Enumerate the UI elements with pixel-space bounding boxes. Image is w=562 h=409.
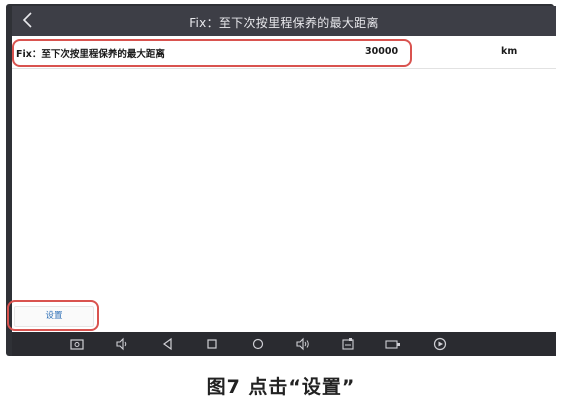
divider <box>12 68 556 69</box>
figure-caption: 图7 点击“设置” <box>206 376 356 398</box>
highlight-frame: 设置 <box>7 300 99 331</box>
play-icon[interactable] <box>432 336 448 352</box>
page-title: Fix：至下次按里程保养的最大距离 <box>189 16 379 30</box>
screenshot-icon[interactable] <box>69 336 85 352</box>
row-value: 30000 <box>365 46 399 57</box>
system-nav-bar <box>12 332 556 356</box>
diagnostic-icon[interactable] <box>340 336 356 352</box>
home-icon[interactable] <box>250 336 266 352</box>
content-area: Fix：至下次按里程保养的最大距离 30000 km <box>12 36 556 332</box>
row-unit: km <box>501 46 518 57</box>
list-item[interactable]: Fix：至下次按里程保养的最大距离 30000 km <box>12 38 556 67</box>
vci-icon[interactable] <box>384 336 400 352</box>
volume-up-icon[interactable] <box>295 336 311 352</box>
title-bar: Fix：至下次按里程保养的最大距离 <box>12 6 556 36</box>
back-icon[interactable] <box>160 336 176 352</box>
recent-apps-icon[interactable] <box>204 336 220 352</box>
settings-button[interactable]: 设置 <box>14 306 94 327</box>
volume-down-icon[interactable] <box>114 336 130 352</box>
row-label: Fix：至下次按里程保养的最大距离 <box>16 49 165 60</box>
